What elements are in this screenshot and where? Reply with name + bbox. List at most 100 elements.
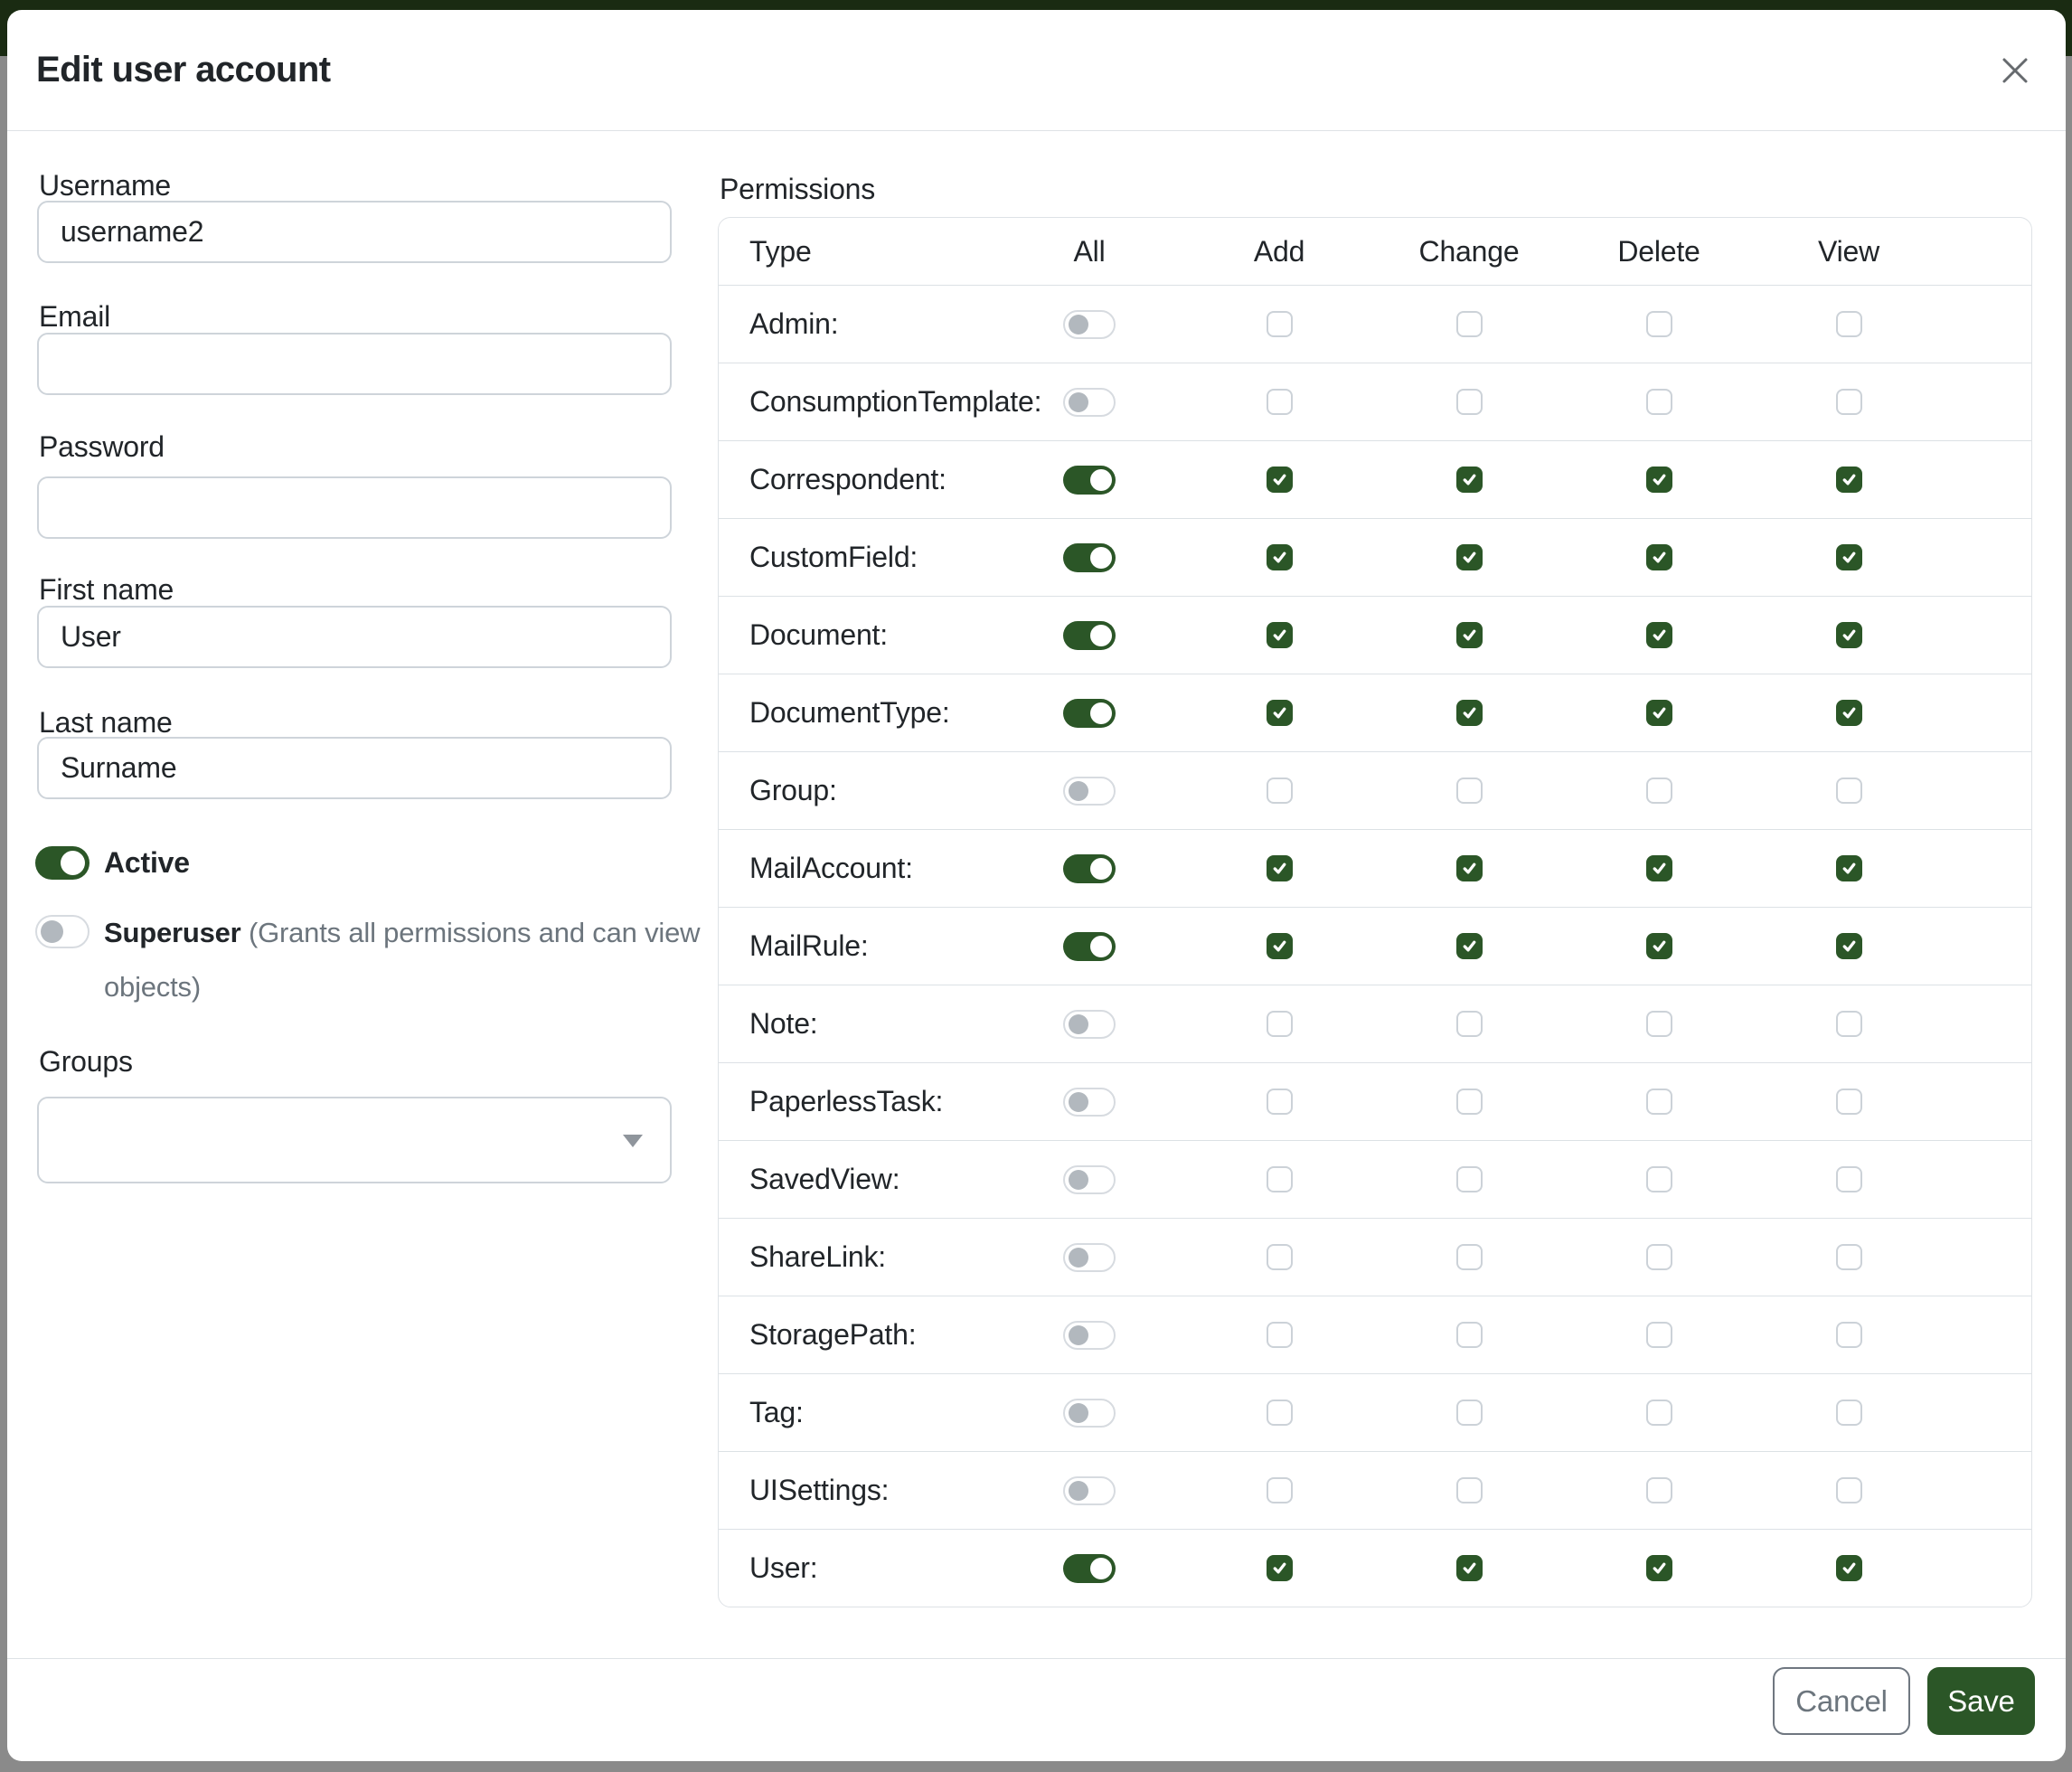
user-change-checkbox[interactable] <box>1456 1555 1483 1581</box>
consumptiontemplate-view-checkbox[interactable] <box>1836 389 1862 415</box>
uisettings-view-checkbox[interactable] <box>1836 1477 1862 1503</box>
tag-change-checkbox[interactable] <box>1456 1400 1483 1426</box>
note-delete-checkbox[interactable] <box>1646 1011 1672 1037</box>
customfield-view-checkbox[interactable] <box>1836 544 1862 570</box>
note-change-checkbox[interactable] <box>1456 1011 1483 1037</box>
user-view-checkbox[interactable] <box>1836 1555 1862 1581</box>
superuser-toggle[interactable] <box>35 915 89 948</box>
mailaccount-all-toggle[interactable] <box>1063 854 1116 883</box>
document-delete-checkbox[interactable] <box>1646 622 1672 648</box>
storagepath-add-checkbox[interactable] <box>1267 1322 1293 1348</box>
correspondent-change-checkbox[interactable] <box>1456 467 1483 493</box>
tag-view-checkbox[interactable] <box>1836 1400 1862 1426</box>
paperlesstask-change-checkbox[interactable] <box>1456 1089 1483 1115</box>
tag-all-toggle[interactable] <box>1063 1399 1116 1428</box>
consumptiontemplate-delete-checkbox[interactable] <box>1646 389 1672 415</box>
uisettings-delete-checkbox[interactable] <box>1646 1477 1672 1503</box>
admin-all-toggle[interactable] <box>1063 310 1116 339</box>
mailrule-all-toggle[interactable] <box>1063 932 1116 961</box>
sharelink-delete-checkbox[interactable] <box>1646 1244 1672 1270</box>
documenttype-all-toggle[interactable] <box>1063 699 1116 728</box>
savedview-delete-checkbox[interactable] <box>1646 1166 1672 1192</box>
group-all-toggle[interactable] <box>1063 777 1116 806</box>
correspondent-add-checkbox[interactable] <box>1267 467 1293 493</box>
paperlesstask-all-toggle[interactable] <box>1063 1088 1116 1117</box>
document-add-checkbox[interactable] <box>1267 622 1293 648</box>
paperlesstask-delete-checkbox[interactable] <box>1646 1089 1672 1115</box>
active-toggle[interactable] <box>35 846 89 880</box>
savedview-change-checkbox[interactable] <box>1456 1166 1483 1192</box>
customfield-add-checkbox[interactable] <box>1267 544 1293 570</box>
note-add-checkbox[interactable] <box>1267 1011 1293 1037</box>
correspondent-all-toggle[interactable] <box>1063 466 1116 495</box>
mailaccount-delete-checkbox[interactable] <box>1646 855 1672 881</box>
first-name-input[interactable] <box>37 606 672 668</box>
documenttype-change-checkbox[interactable] <box>1456 700 1483 726</box>
uisettings-all-toggle[interactable] <box>1063 1476 1116 1505</box>
admin-add-checkbox[interactable] <box>1267 311 1293 337</box>
save-button[interactable]: Save <box>1927 1667 2035 1735</box>
note-all-toggle[interactable] <box>1063 1010 1116 1039</box>
email-input[interactable] <box>37 333 672 395</box>
customfield-all-toggle[interactable] <box>1063 543 1116 572</box>
group-change-checkbox[interactable] <box>1456 778 1483 804</box>
document-all-toggle[interactable] <box>1063 621 1116 650</box>
tag-delete-checkbox[interactable] <box>1646 1400 1672 1426</box>
admin-change-checkbox[interactable] <box>1456 311 1483 337</box>
delete-checkbox-cell <box>1646 389 1672 415</box>
admin-delete-checkbox[interactable] <box>1646 311 1672 337</box>
storagepath-delete-checkbox[interactable] <box>1646 1322 1672 1348</box>
group-delete-checkbox[interactable] <box>1646 778 1672 804</box>
documenttype-delete-checkbox[interactable] <box>1646 700 1672 726</box>
user-all-toggle[interactable] <box>1063 1554 1116 1583</box>
storagepath-all-toggle[interactable] <box>1063 1321 1116 1350</box>
username-input[interactable] <box>37 201 672 263</box>
storagepath-change-checkbox[interactable] <box>1456 1322 1483 1348</box>
customfield-delete-checkbox[interactable] <box>1646 544 1672 570</box>
sharelink-all-toggle[interactable] <box>1063 1243 1116 1272</box>
mailrule-delete-checkbox[interactable] <box>1646 933 1672 959</box>
paperlesstask-add-checkbox[interactable] <box>1267 1089 1293 1115</box>
group-add-checkbox[interactable] <box>1267 778 1293 804</box>
uisettings-change-checkbox[interactable] <box>1456 1477 1483 1503</box>
group-view-checkbox[interactable] <box>1836 778 1862 804</box>
document-view-checkbox[interactable] <box>1836 622 1862 648</box>
last-name-input[interactable] <box>37 737 672 799</box>
paperlesstask-view-checkbox[interactable] <box>1836 1089 1862 1115</box>
documenttype-view-checkbox[interactable] <box>1836 700 1862 726</box>
cancel-button[interactable]: Cancel <box>1773 1667 1910 1735</box>
mailrule-view-checkbox[interactable] <box>1836 933 1862 959</box>
sharelink-view-checkbox[interactable] <box>1836 1244 1862 1270</box>
consumptiontemplate-add-checkbox[interactable] <box>1267 389 1293 415</box>
admin-view-checkbox[interactable] <box>1836 311 1862 337</box>
savedview-view-checkbox[interactable] <box>1836 1166 1862 1192</box>
document-change-checkbox[interactable] <box>1456 622 1483 648</box>
mailaccount-view-checkbox[interactable] <box>1836 855 1862 881</box>
savedview-all-toggle[interactable] <box>1063 1165 1116 1194</box>
sharelink-add-checkbox[interactable] <box>1267 1244 1293 1270</box>
mailaccount-change-checkbox[interactable] <box>1456 855 1483 881</box>
mailrule-add-checkbox[interactable] <box>1267 933 1293 959</box>
mailaccount-add-checkbox[interactable] <box>1267 855 1293 881</box>
consumptiontemplate-all-toggle[interactable] <box>1063 388 1116 417</box>
correspondent-delete-checkbox[interactable] <box>1646 467 1672 493</box>
note-view-checkbox[interactable] <box>1836 1011 1862 1037</box>
uisettings-add-checkbox[interactable] <box>1267 1477 1293 1503</box>
close-button[interactable] <box>1994 50 2036 91</box>
documenttype-add-checkbox[interactable] <box>1267 700 1293 726</box>
customfield-change-checkbox[interactable] <box>1456 544 1483 570</box>
password-input[interactable] <box>37 476 672 539</box>
user-delete-checkbox[interactable] <box>1646 1555 1672 1581</box>
correspondent-view-checkbox[interactable] <box>1836 467 1862 493</box>
toggle-knob <box>1069 1403 1088 1423</box>
tag-add-checkbox[interactable] <box>1267 1400 1293 1426</box>
view-checkbox-cell <box>1836 1477 1862 1503</box>
savedview-add-checkbox[interactable] <box>1267 1166 1293 1192</box>
consumptiontemplate-change-checkbox[interactable] <box>1456 389 1483 415</box>
groups-select[interactable] <box>37 1097 672 1183</box>
all-toggle-cell <box>1063 1399 1116 1428</box>
user-add-checkbox[interactable] <box>1267 1555 1293 1581</box>
storagepath-view-checkbox[interactable] <box>1836 1322 1862 1348</box>
sharelink-change-checkbox[interactable] <box>1456 1244 1483 1270</box>
mailrule-change-checkbox[interactable] <box>1456 933 1483 959</box>
